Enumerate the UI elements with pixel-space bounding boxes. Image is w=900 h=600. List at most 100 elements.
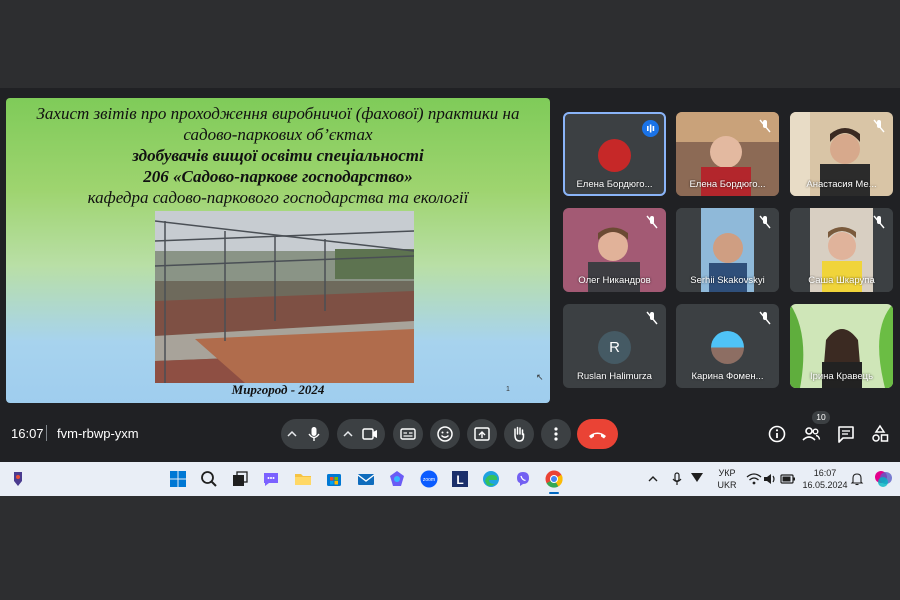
participant-name: Елена Бордюго... bbox=[689, 179, 766, 190]
mail-icon[interactable] bbox=[356, 469, 376, 489]
slide-title-line-4: 206 «Садово-паркове господарство» bbox=[143, 167, 413, 186]
copilot-tray-icon[interactable] bbox=[873, 469, 893, 489]
slide-page-number: 1 bbox=[506, 386, 510, 393]
mic-off-icon bbox=[644, 310, 660, 326]
windows-taskbar: zoom L УКР UKR 16:07 16.05.2024 bbox=[0, 462, 900, 496]
weather-widget-icon[interactable] bbox=[8, 469, 28, 489]
participant-name: Карина Фомен... bbox=[691, 371, 764, 382]
camera-icon bbox=[362, 428, 377, 440]
l-app-icon[interactable]: L bbox=[450, 469, 470, 489]
slide-footer: Миргород - 2024 bbox=[231, 382, 325, 397]
search-icon[interactable] bbox=[199, 469, 219, 489]
people-button[interactable] bbox=[800, 423, 822, 445]
reactions-button[interactable] bbox=[430, 419, 460, 449]
viber-icon[interactable] bbox=[513, 469, 533, 489]
meeting-code: fvm-rbwp-yxm bbox=[57, 426, 139, 441]
file-explorer-icon[interactable] bbox=[293, 469, 313, 489]
more-options-button[interactable] bbox=[541, 419, 571, 449]
battery-icon[interactable] bbox=[780, 472, 796, 486]
camera-options-button[interactable] bbox=[337, 419, 357, 449]
chevron-up-icon[interactable] bbox=[645, 471, 661, 487]
chat-button[interactable] bbox=[835, 423, 857, 445]
participant-avatar bbox=[598, 139, 631, 172]
meeting-clock: 16:07 bbox=[11, 426, 44, 441]
pointer-cursor-icon: ↖ bbox=[536, 372, 544, 382]
participant-tile[interactable]: Елена Бордюго... bbox=[563, 112, 666, 196]
participant-tile[interactable]: Олег Никандров bbox=[563, 208, 666, 292]
activities-button[interactable] bbox=[869, 423, 891, 445]
notification-bell-icon[interactable] bbox=[850, 472, 864, 486]
participant-name: Саша Шкарупа bbox=[808, 275, 875, 286]
presentation-slide: Захист звітів про проходження виробничої… bbox=[6, 98, 550, 403]
present-screen-icon bbox=[474, 427, 490, 441]
task-view-icon[interactable] bbox=[230, 469, 250, 489]
end-call-button[interactable] bbox=[577, 419, 618, 449]
mic-off-icon bbox=[757, 214, 773, 230]
slide-title-line-2: садово-паркових об’єктах bbox=[183, 125, 373, 144]
participant-tile[interactable]: Serhii Skakovskyi bbox=[676, 208, 779, 292]
participant-name: Елена Бордюго... bbox=[576, 179, 653, 190]
zoom-icon[interactable]: zoom bbox=[419, 469, 439, 489]
participant-name: Ірина Кравець bbox=[809, 371, 874, 382]
participant-tile[interactable]: Анастасия Ме... bbox=[790, 112, 893, 196]
microphone-icon[interactable] bbox=[669, 471, 685, 487]
mic-off-icon bbox=[644, 214, 660, 230]
mic-off-icon bbox=[757, 310, 773, 326]
captions-icon bbox=[400, 428, 416, 440]
svg-text:L: L bbox=[456, 473, 463, 487]
participant-name: Олег Никандров bbox=[578, 275, 651, 286]
more-vert-icon bbox=[554, 427, 558, 441]
taskbar-clock-time[interactable]: 16:07 bbox=[803, 468, 847, 478]
active-app-indicator bbox=[549, 492, 559, 494]
info-icon bbox=[768, 425, 786, 443]
captions-button[interactable] bbox=[393, 419, 423, 449]
participant-tile[interactable]: Ірина Кравець bbox=[790, 304, 893, 388]
participant-name: Ruslan Halimurza bbox=[577, 371, 652, 382]
edge-icon[interactable] bbox=[481, 469, 501, 489]
present-button[interactable] bbox=[467, 419, 497, 449]
meeting-details-button[interactable] bbox=[766, 423, 788, 445]
participant-tile[interactable]: Елена Бордюго... bbox=[676, 112, 779, 196]
windows-icon[interactable] bbox=[168, 469, 188, 489]
participant-tile[interactable]: R Ruslan Halimurza bbox=[563, 304, 666, 388]
raise-hand-button[interactable] bbox=[504, 419, 534, 449]
speaking-indicator-icon bbox=[642, 120, 659, 137]
mic-off-icon bbox=[871, 118, 887, 134]
participant-name: Анастасия Ме... bbox=[806, 179, 877, 190]
mic-off-icon bbox=[757, 118, 773, 134]
participant-tile[interactable]: Саша Шкарупа bbox=[790, 208, 893, 292]
language-indicator-line1[interactable]: УКР bbox=[714, 468, 740, 478]
participant-tile[interactable]: Карина Фомен... bbox=[676, 304, 779, 388]
participant-name: Serhii Skakovskyi bbox=[690, 275, 765, 286]
letterbox-bottom bbox=[0, 496, 900, 600]
activities-icon bbox=[872, 424, 889, 442]
slide-title-line-1: Захист звітів про проходження виробничої… bbox=[36, 104, 520, 123]
slide-title-line-5: кафедра садово-паркового господарства та… bbox=[87, 188, 469, 207]
participant-avatar bbox=[711, 331, 744, 364]
camera-toggle-button[interactable] bbox=[355, 419, 385, 449]
chrome-icon[interactable] bbox=[544, 469, 564, 489]
language-indicator-line2[interactable]: UKR bbox=[714, 480, 740, 490]
mic-control-group bbox=[281, 419, 329, 449]
chat-icon[interactable] bbox=[261, 469, 281, 489]
svg-text:zoom: zoom bbox=[423, 477, 435, 483]
hang-up-icon bbox=[589, 432, 606, 439]
participant-avatar: R bbox=[598, 331, 631, 364]
taskbar-clock-date[interactable]: 16.05.2024 bbox=[801, 480, 849, 490]
mic-icon bbox=[308, 427, 320, 441]
emoji-icon bbox=[437, 426, 453, 442]
volume-icon[interactable] bbox=[763, 472, 777, 486]
mic-off-icon bbox=[871, 214, 887, 230]
mic-options-button[interactable] bbox=[281, 419, 301, 449]
store-icon[interactable] bbox=[324, 469, 344, 489]
mic-toggle-button[interactable] bbox=[299, 419, 329, 449]
slide-title-line-3: здобувачів вищої освіти спеціальності bbox=[132, 146, 424, 165]
letterbox-top bbox=[0, 0, 900, 88]
chat-icon bbox=[838, 426, 854, 443]
people-icon bbox=[802, 427, 821, 441]
wifi-icon[interactable] bbox=[746, 472, 762, 486]
fox-tray-icon[interactable] bbox=[690, 471, 706, 483]
hand-icon bbox=[514, 426, 525, 442]
greenhouse-photo bbox=[155, 211, 414, 383]
copilot-icon[interactable] bbox=[387, 469, 407, 489]
